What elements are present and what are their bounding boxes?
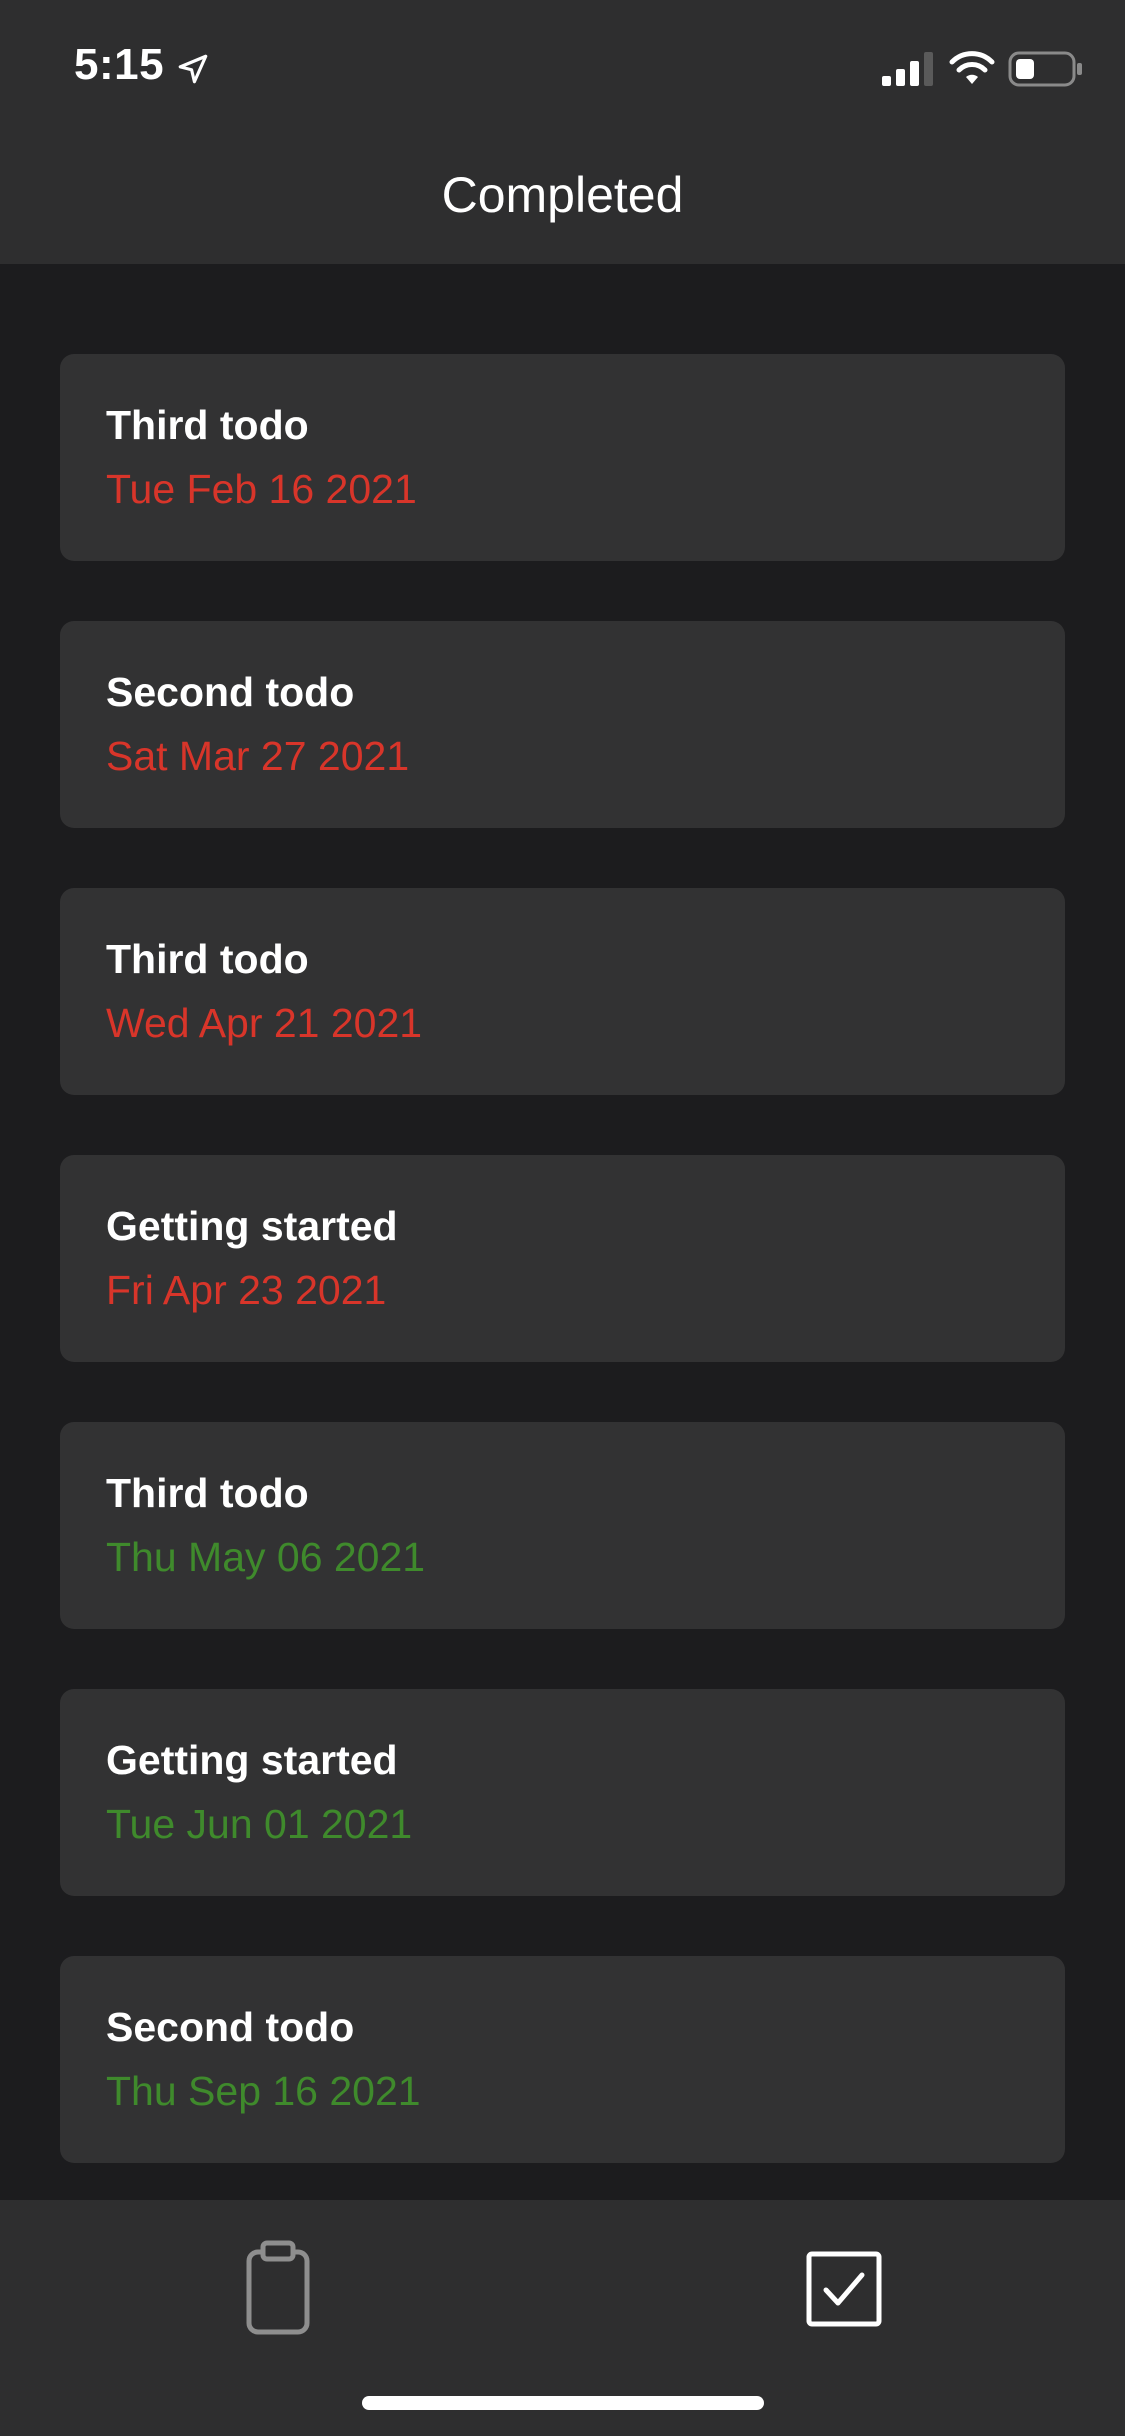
todo-title: Second todo [106, 669, 355, 715]
todo-date: Thu Sep 16 2021 [106, 2068, 421, 2114]
todo-item[interactable]: Third todo Wed Apr 21 2021 [60, 888, 1065, 1095]
location-arrow-icon [178, 54, 208, 84]
todo-title: Getting started [106, 1203, 398, 1249]
todo-item[interactable]: Second todo Thu Sep 16 2021 [60, 1956, 1065, 2163]
tab-todos[interactable] [218, 2230, 338, 2350]
todo-title: Second todo [106, 2004, 355, 2050]
clipboard-icon [246, 2240, 310, 2335]
page-title: Completed [441, 167, 684, 223]
todo-date: Tue Feb 16 2021 [106, 466, 417, 512]
navigation-header: 5:15 Completed [0, 0, 1125, 264]
todo-item[interactable]: Third todo Tue Feb 16 2021 [60, 354, 1065, 561]
status-bar: 5:15 [0, 0, 1125, 140]
todo-date: Tue Jun 01 2021 [106, 1801, 413, 1847]
todo-title: Third todo [106, 1470, 309, 1516]
todo-date: Wed Apr 21 2021 [106, 1000, 423, 1046]
todo-item[interactable]: Second todo Sat Mar 27 2021 [60, 621, 1065, 828]
todo-date: Thu May 06 2021 [106, 1534, 426, 1580]
completed-todo-list: Third todo Tue Feb 16 2021 Second todo S… [60, 354, 1065, 2223]
todo-item[interactable]: Third todo Thu May 06 2021 [60, 1422, 1065, 1629]
home-indicator[interactable] [362, 2396, 764, 2410]
todo-title: Third todo [106, 936, 309, 982]
todo-title: Getting started [106, 1737, 398, 1783]
battery-icon [1008, 51, 1082, 87]
todo-item[interactable]: Getting started Tue Jun 01 2021 [60, 1689, 1065, 1896]
todo-item[interactable]: Getting started Fri Apr 23 2021 [60, 1155, 1065, 1362]
wifi-icon [949, 51, 995, 84]
todo-date: Sat Mar 27 2021 [106, 733, 410, 779]
tab-completed[interactable] [784, 2230, 904, 2350]
cellular-signal-icon [882, 52, 933, 86]
status-time: 5:15 [74, 40, 165, 89]
todo-title: Third todo [106, 402, 309, 448]
todo-date: Fri Apr 23 2021 [106, 1267, 387, 1313]
checkbox-checked-icon [806, 2251, 882, 2327]
